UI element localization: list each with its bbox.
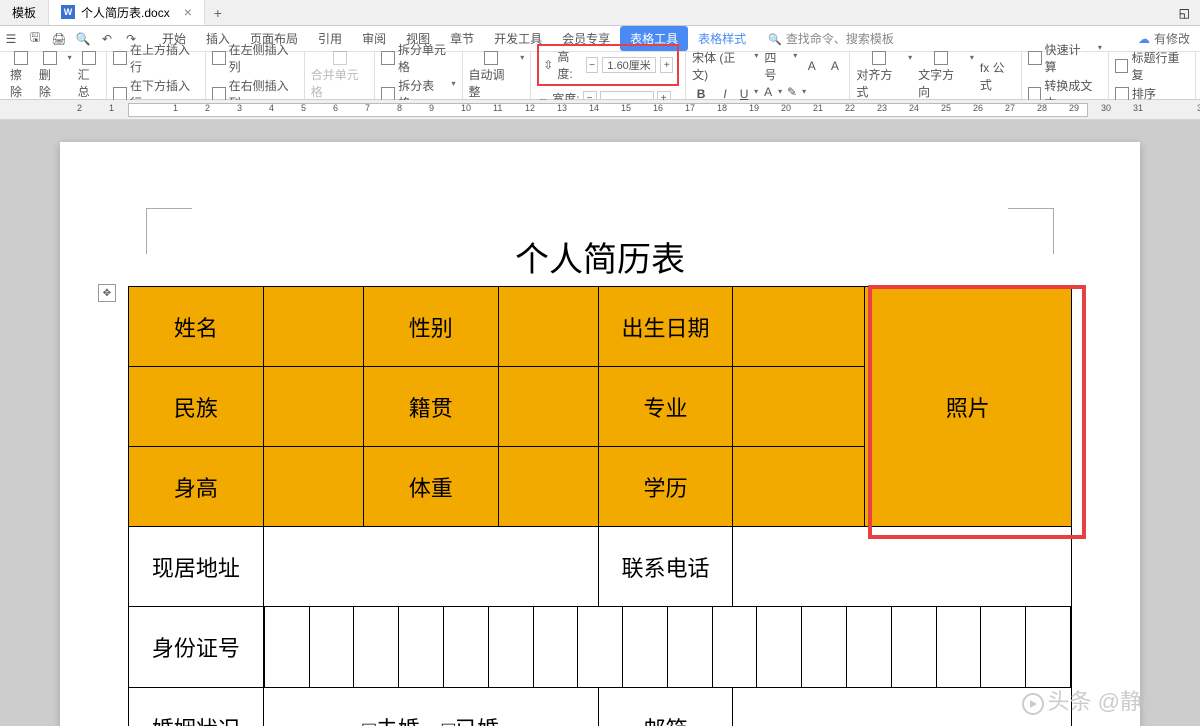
word-doc-icon: W xyxy=(61,5,75,19)
cell-marriage-opts[interactable]: □未婚 □已婚 xyxy=(263,688,598,726)
cell-height[interactable]: 身高 xyxy=(129,447,264,527)
tab-document-active[interactable]: W 个人简历表.docx × xyxy=(49,0,205,25)
cell[interactable] xyxy=(733,688,1072,726)
table-row: 婚姻状况 □未婚 □已婚 邮箱 xyxy=(129,688,1072,726)
font-shrink-icon[interactable]: A xyxy=(826,57,843,75)
cell[interactable] xyxy=(498,367,598,447)
cell-weight[interactable]: 体重 xyxy=(363,447,498,527)
row-height-control: ⇳ 高度: − 1.60厘米 + xyxy=(537,44,679,86)
split-cell[interactable]: 拆分单元格 xyxy=(381,41,455,75)
menu-table-style[interactable]: 表格样式 xyxy=(688,26,756,51)
cell[interactable] xyxy=(733,447,864,527)
tab-template[interactable]: 模板 xyxy=(0,0,49,25)
height-decrease[interactable]: − xyxy=(586,57,599,73)
window-restore-icon[interactable]: ◱ xyxy=(1169,6,1200,20)
erase-button[interactable]: 擦除 xyxy=(10,51,33,100)
height-label: 高度: xyxy=(557,48,581,82)
cell-native[interactable]: 籍贯 xyxy=(363,367,498,447)
tab-label: 模板 xyxy=(12,4,36,21)
cell[interactable] xyxy=(263,527,598,607)
cell-phone[interactable]: 联系电话 xyxy=(598,527,733,607)
resume-table[interactable]: 姓名 性别 出生日期 照片 民族 籍贯 专业 身高 xyxy=(128,286,1072,726)
formula-button[interactable]: fx 公式 xyxy=(980,59,1015,93)
command-search[interactable]: 查找命令、搜索模板 xyxy=(768,30,894,47)
document-tab-bar: 模板 W 个人简历表.docx × + ◱ xyxy=(0,0,1200,26)
cell-birth[interactable]: 出生日期 xyxy=(598,287,733,367)
cell-name[interactable]: 姓名 xyxy=(129,287,264,367)
cell-gender[interactable]: 性别 xyxy=(363,287,498,367)
cell[interactable] xyxy=(263,447,363,527)
cell-address[interactable]: 现居地址 xyxy=(129,527,264,607)
header-repeat-button[interactable]: 标题行重复 xyxy=(1115,49,1189,83)
cell-marriage[interactable]: 婚姻状况 xyxy=(129,688,264,726)
cell-id-boxes[interactable] xyxy=(263,607,1071,688)
cell[interactable] xyxy=(733,367,864,447)
resume-table-wrap: ✥ 姓名 性别 出生日期 照片 民族 xyxy=(128,286,1072,726)
horizontal-ruler[interactable]: 2112345678910111213141516171819202122232… xyxy=(0,100,1200,120)
document-canvas: 个人简历表 ✥ 姓名 性别 出生日期 照片 xyxy=(0,120,1200,726)
cell[interactable] xyxy=(263,367,363,447)
new-tab-button[interactable]: + xyxy=(205,5,231,21)
autofit-button[interactable]: 自动调整 xyxy=(469,51,525,100)
cell[interactable] xyxy=(733,287,864,367)
font-size-selector[interactable]: 四号 xyxy=(764,49,797,83)
summary-button[interactable]: 汇总 xyxy=(78,51,101,100)
align-button[interactable]: 对齐方式 xyxy=(856,51,912,100)
insert-row-above[interactable]: 在上方插入行 xyxy=(113,41,199,75)
cloud-icon xyxy=(1138,32,1150,46)
merge-cells[interactable]: 合并单元格 xyxy=(311,51,369,100)
font-grow-icon[interactable]: A xyxy=(803,57,820,75)
text-direction-button[interactable]: 文字方向 xyxy=(918,51,974,100)
cell-email[interactable]: 邮箱 xyxy=(598,688,733,726)
cell-edu[interactable]: 学历 xyxy=(598,447,733,527)
quick-calc-button[interactable]: 快速计算 xyxy=(1028,41,1102,75)
insert-col-left[interactable]: 在左侧插入列 xyxy=(212,41,298,75)
cell-ethnic[interactable]: 民族 xyxy=(129,367,264,447)
cell[interactable] xyxy=(498,447,598,527)
changes-label[interactable]: 有修改 xyxy=(1154,30,1190,47)
preview-icon[interactable]: 🔍 xyxy=(72,28,94,50)
cell[interactable] xyxy=(733,527,1072,607)
tab-label: 个人简历表.docx xyxy=(81,4,170,21)
close-icon[interactable]: × xyxy=(184,4,192,20)
document-title: 个人简历表 xyxy=(60,232,1140,281)
cell[interactable] xyxy=(263,287,363,367)
save-icon[interactable]: 🖫 xyxy=(24,28,46,50)
cell-id[interactable]: 身份证号 xyxy=(129,607,264,688)
search-icon xyxy=(768,32,782,46)
page: 个人简历表 ✥ 姓名 性别 出生日期 照片 xyxy=(60,142,1140,726)
table-row: 姓名 性别 出生日期 照片 xyxy=(129,287,1072,367)
app-menu-icon[interactable]: ☰ xyxy=(0,28,22,50)
height-icon: ⇳ xyxy=(543,58,553,72)
status-right: 有修改 xyxy=(1138,30,1190,47)
table-move-handle[interactable]: ✥ xyxy=(98,284,116,302)
table-row: 身份证号 xyxy=(129,607,1072,688)
cell-photo[interactable]: 照片 xyxy=(864,287,1072,527)
table-row: 现居地址 联系电话 xyxy=(129,527,1072,607)
ribbon-toolbar: 擦除 删除 汇总 在上方插入行 在下方插入行 在左侧插入列 在右侧插入列 合并单… xyxy=(0,52,1200,100)
search-placeholder: 查找命令、搜索模板 xyxy=(786,30,894,47)
print-icon[interactable]: 🖨 xyxy=(48,28,70,50)
menu-reference[interactable]: 引用 xyxy=(308,26,352,51)
height-increase[interactable]: + xyxy=(660,57,673,73)
cell-major[interactable]: 专业 xyxy=(598,367,733,447)
font-selector[interactable]: 宋体 (正文) xyxy=(692,49,758,83)
delete-button[interactable]: 删除 xyxy=(39,51,72,100)
cell[interactable] xyxy=(498,287,598,367)
height-value[interactable]: 1.60厘米 xyxy=(602,57,656,73)
